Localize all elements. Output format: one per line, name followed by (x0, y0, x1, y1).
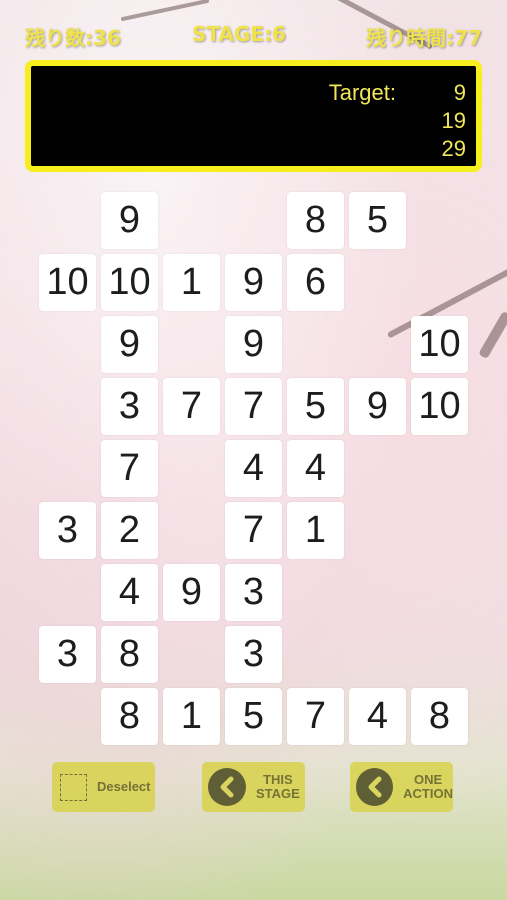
this-stage-label: THIS STAGE (256, 773, 300, 801)
number-tile[interactable]: 4 (101, 564, 158, 621)
number-tile[interactable]: 5 (287, 378, 344, 435)
remaining-count: 残り数:36 (25, 26, 121, 50)
number-tile[interactable]: 8 (411, 688, 468, 745)
target-label: Target: (328, 80, 396, 105)
dashed-square-icon (60, 773, 87, 801)
number-tile[interactable]: 1 (163, 254, 220, 311)
number-tile[interactable]: 10 (101, 254, 158, 311)
deselect-button[interactable]: Deselect (52, 762, 155, 812)
stage-indicator: STAGE:6 (192, 22, 286, 46)
one-action-label: ONE ACTION (403, 773, 453, 801)
number-tile[interactable]: 10 (39, 254, 96, 311)
number-tile[interactable]: 7 (287, 688, 344, 745)
this-stage-button[interactable]: THIS STAGE (202, 762, 305, 812)
number-tile[interactable]: 3 (225, 564, 282, 621)
number-tile[interactable]: 9 (101, 192, 158, 249)
number-tile[interactable]: 7 (225, 502, 282, 559)
number-tile[interactable]: 5 (349, 192, 406, 249)
number-tile[interactable]: 9 (225, 316, 282, 373)
number-tile[interactable]: 5 (225, 688, 282, 745)
number-tile[interactable]: 4 (349, 688, 406, 745)
chevron-left-icon (356, 768, 394, 806)
number-tile[interactable]: 7 (101, 440, 158, 497)
target-panel: Target: 9 19 29 (25, 60, 482, 172)
number-tile[interactable]: 3 (225, 626, 282, 683)
number-tile[interactable]: 8 (101, 626, 158, 683)
number-tile[interactable]: 9 (101, 316, 158, 373)
number-tile[interactable]: 8 (287, 192, 344, 249)
target-value: 9 (453, 80, 466, 105)
number-tile[interactable]: 9 (349, 378, 406, 435)
number-tile[interactable]: 10 (411, 316, 468, 373)
number-tile[interactable]: 3 (39, 502, 96, 559)
this-stage-label-line1: THIS (263, 772, 293, 787)
number-tile[interactable]: 9 (225, 254, 282, 311)
number-tile[interactable]: 3 (39, 626, 96, 683)
branch-decoration (478, 310, 507, 360)
number-tile[interactable]: 7 (163, 378, 220, 435)
this-stage-label-line2: STAGE (256, 786, 300, 801)
number-tile[interactable]: 3 (101, 378, 158, 435)
remaining-time: 残り時間:77 (366, 26, 482, 50)
number-tile[interactable]: 10 (411, 378, 468, 435)
number-tile[interactable]: 1 (287, 502, 344, 559)
status-bar: 残り数:36 STAGE:6 残り時間:77 (0, 0, 507, 52)
deselect-label: Deselect (97, 779, 151, 794)
number-tile[interactable]: 8 (101, 688, 158, 745)
number-tile[interactable]: 2 (101, 502, 158, 559)
target-value: 29 (441, 136, 466, 161)
chevron-left-icon (208, 768, 246, 806)
one-action-label-line1: ONE (413, 772, 443, 787)
one-action-button[interactable]: ONE ACTION (350, 762, 453, 812)
number-tile[interactable]: 7 (225, 378, 282, 435)
number-tile[interactable]: 4 (287, 440, 344, 497)
one-action-label-line2: ACTION (403, 786, 453, 801)
number-tile[interactable]: 1 (163, 688, 220, 745)
number-tile[interactable]: 9 (163, 564, 220, 621)
target-value: 19 (441, 108, 466, 133)
number-tile[interactable]: 4 (225, 440, 282, 497)
number-tile[interactable]: 6 (287, 254, 344, 311)
